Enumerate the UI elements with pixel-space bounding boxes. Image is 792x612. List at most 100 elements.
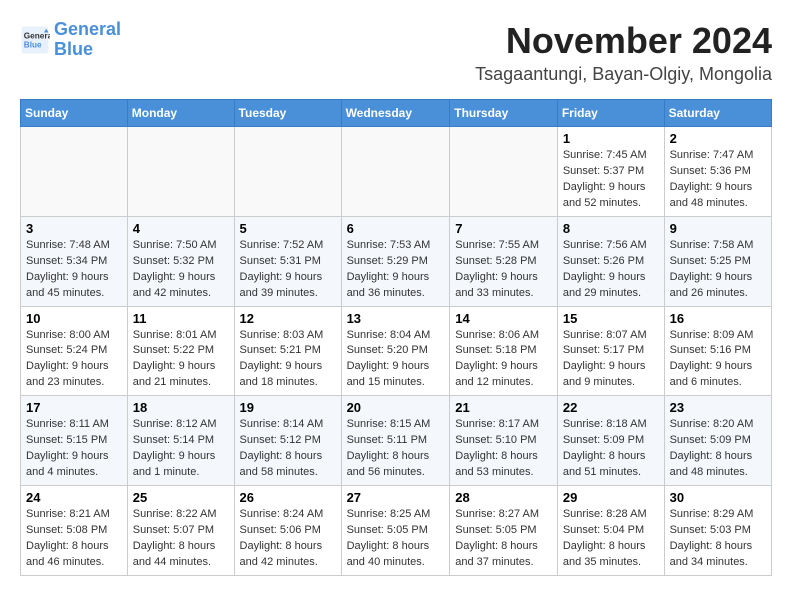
day-info: Sunrise: 8:17 AMSunset: 5:10 PMDaylight:… bbox=[455, 417, 552, 481]
logo-general: General bbox=[54, 19, 121, 39]
day-number: 29 bbox=[563, 490, 659, 505]
calendar-body: 1 Sunrise: 7:45 AMSunset: 5:37 PMDaylight… bbox=[21, 127, 772, 576]
day-number: 18 bbox=[133, 400, 229, 415]
day-info: Sunrise: 8:04 AMSunset: 5:20 PMDaylight:… bbox=[347, 328, 445, 392]
day-number: 27 bbox=[347, 490, 445, 505]
day-cell: 1 Sunrise: 7:45 AMSunset: 5:37 PMDaylight… bbox=[557, 127, 664, 217]
day-info: Sunrise: 7:56 AMSunset: 5:26 PMDaylight:… bbox=[563, 238, 659, 302]
weekday-header-thursday: Thursday bbox=[450, 100, 558, 127]
weekday-header-saturday: Saturday bbox=[664, 100, 771, 127]
day-info: Sunrise: 7:58 AMSunset: 5:25 PMDaylight:… bbox=[670, 238, 766, 302]
day-number: 28 bbox=[455, 490, 552, 505]
logo: General Blue General Blue bbox=[20, 20, 121, 60]
day-number: 19 bbox=[240, 400, 336, 415]
day-number: 5 bbox=[240, 221, 336, 236]
day-number: 13 bbox=[347, 311, 445, 326]
day-number: 26 bbox=[240, 490, 336, 505]
day-cell bbox=[450, 127, 558, 217]
day-cell: 18Sunrise: 8:12 AMSunset: 5:14 PMDayligh… bbox=[127, 396, 234, 486]
day-number: 24 bbox=[26, 490, 122, 505]
day-info: Sunrise: 7:50 AMSunset: 5:32 PMDaylight:… bbox=[133, 238, 229, 302]
week-row-3: 17 Sunrise: 8:11 AMSunset: 5:15 PMDayligh… bbox=[21, 396, 772, 486]
day-cell: 13 Sunrise: 8:04 AMSunset: 5:20 PMDayligh… bbox=[341, 306, 450, 396]
day-cell: 30 Sunrise: 8:29 AMSunset: 5:03 PMDayligh… bbox=[664, 486, 771, 576]
day-number: 17 bbox=[26, 400, 122, 415]
day-info: Sunrise: 8:22 AMSunset: 5:07 PMDaylight:… bbox=[133, 507, 229, 571]
day-info: Sunrise: 7:53 AMSunset: 5:29 PMDaylight:… bbox=[347, 238, 445, 302]
day-info: Sunrise: 7:55 AMSunset: 5:28 PMDaylight:… bbox=[455, 238, 552, 302]
weekday-header-monday: Monday bbox=[127, 100, 234, 127]
day-cell: 10Sunrise: 8:00 AMSunset: 5:24 PMDayligh… bbox=[21, 306, 128, 396]
day-cell: 19 Sunrise: 8:14 AMSunset: 5:12 PMDayligh… bbox=[234, 396, 341, 486]
day-cell: 26 Sunrise: 8:24 AMSunset: 5:06 PMDayligh… bbox=[234, 486, 341, 576]
week-row-1: 3 Sunrise: 7:48 AMSunset: 5:34 PMDaylight… bbox=[21, 216, 772, 306]
weekday-header-wednesday: Wednesday bbox=[341, 100, 450, 127]
day-number: 22 bbox=[563, 400, 659, 415]
day-cell: 8Sunrise: 7:56 AMSunset: 5:26 PMDaylight… bbox=[557, 216, 664, 306]
day-info: Sunrise: 7:45 AMSunset: 5:37 PMDaylight:… bbox=[563, 148, 659, 212]
day-info: Sunrise: 8:01 AMSunset: 5:22 PMDaylight:… bbox=[133, 328, 229, 392]
week-row-2: 10Sunrise: 8:00 AMSunset: 5:24 PMDayligh… bbox=[21, 306, 772, 396]
day-cell: 22 Sunrise: 8:18 AMSunset: 5:09 PMDayligh… bbox=[557, 396, 664, 486]
day-info: Sunrise: 8:14 AMSunset: 5:12 PMDaylight:… bbox=[240, 417, 336, 481]
day-info: Sunrise: 8:27 AMSunset: 5:05 PMDaylight:… bbox=[455, 507, 552, 571]
day-info: Sunrise: 8:28 AMSunset: 5:04 PMDaylight:… bbox=[563, 507, 659, 571]
day-info: Sunrise: 8:24 AMSunset: 5:06 PMDaylight:… bbox=[240, 507, 336, 571]
day-number: 1 bbox=[563, 131, 659, 146]
day-number: 4 bbox=[133, 221, 229, 236]
month-title: November 2024 bbox=[475, 20, 772, 62]
day-cell bbox=[127, 127, 234, 217]
day-cell: 17 Sunrise: 8:11 AMSunset: 5:15 PMDayligh… bbox=[21, 396, 128, 486]
day-cell: 21Sunrise: 8:17 AMSunset: 5:10 PMDayligh… bbox=[450, 396, 558, 486]
day-cell: 29 Sunrise: 8:28 AMSunset: 5:04 PMDayligh… bbox=[557, 486, 664, 576]
weekday-header-friday: Friday bbox=[557, 100, 664, 127]
day-info: Sunrise: 8:15 AMSunset: 5:11 PMDaylight:… bbox=[347, 417, 445, 481]
day-info: Sunrise: 8:20 AMSunset: 5:09 PMDaylight:… bbox=[670, 417, 766, 481]
day-number: 25 bbox=[133, 490, 229, 505]
day-cell bbox=[21, 127, 128, 217]
day-info: Sunrise: 8:21 AMSunset: 5:08 PMDaylight:… bbox=[26, 507, 122, 571]
day-number: 6 bbox=[347, 221, 445, 236]
day-number: 2 bbox=[670, 131, 766, 146]
day-info: Sunrise: 8:06 AMSunset: 5:18 PMDaylight:… bbox=[455, 328, 552, 392]
day-number: 15 bbox=[563, 311, 659, 326]
title-section: November 2024 Tsagaantungi, Bayan-Olgiy,… bbox=[475, 20, 772, 85]
week-row-4: 24 Sunrise: 8:21 AMSunset: 5:08 PMDayligh… bbox=[21, 486, 772, 576]
day-cell: 3 Sunrise: 7:48 AMSunset: 5:34 PMDaylight… bbox=[21, 216, 128, 306]
day-info: Sunrise: 7:48 AMSunset: 5:34 PMDaylight:… bbox=[26, 238, 122, 302]
location-title: Tsagaantungi, Bayan-Olgiy, Mongolia bbox=[475, 64, 772, 85]
day-number: 30 bbox=[670, 490, 766, 505]
day-number: 11 bbox=[133, 311, 229, 326]
day-cell bbox=[234, 127, 341, 217]
svg-text:Blue: Blue bbox=[24, 40, 42, 49]
day-cell: 5 Sunrise: 7:52 AMSunset: 5:31 PMDaylight… bbox=[234, 216, 341, 306]
day-cell: 23 Sunrise: 8:20 AMSunset: 5:09 PMDayligh… bbox=[664, 396, 771, 486]
day-cell: 4 Sunrise: 7:50 AMSunset: 5:32 PMDaylight… bbox=[127, 216, 234, 306]
day-info: Sunrise: 8:29 AMSunset: 5:03 PMDaylight:… bbox=[670, 507, 766, 571]
day-info: Sunrise: 8:07 AMSunset: 5:17 PMDaylight:… bbox=[563, 328, 659, 392]
day-cell: 24 Sunrise: 8:21 AMSunset: 5:08 PMDayligh… bbox=[21, 486, 128, 576]
day-cell: 2 Sunrise: 7:47 AMSunset: 5:36 PMDaylight… bbox=[664, 127, 771, 217]
day-cell: 12 Sunrise: 8:03 AMSunset: 5:21 PMDayligh… bbox=[234, 306, 341, 396]
day-cell: 7 Sunrise: 7:55 AMSunset: 5:28 PMDaylight… bbox=[450, 216, 558, 306]
calendar-table: SundayMondayTuesdayWednesdayThursdayFrid… bbox=[20, 99, 772, 576]
day-number: 9 bbox=[670, 221, 766, 236]
day-number: 23 bbox=[670, 400, 766, 415]
day-number: 10 bbox=[26, 311, 122, 326]
logo-blue: Blue bbox=[54, 39, 93, 59]
day-cell: 15 Sunrise: 8:07 AMSunset: 5:17 PMDayligh… bbox=[557, 306, 664, 396]
week-row-0: 1 Sunrise: 7:45 AMSunset: 5:37 PMDaylight… bbox=[21, 127, 772, 217]
day-info: Sunrise: 7:52 AMSunset: 5:31 PMDaylight:… bbox=[240, 238, 336, 302]
day-number: 12 bbox=[240, 311, 336, 326]
day-cell bbox=[341, 127, 450, 217]
day-info: Sunrise: 8:11 AMSunset: 5:15 PMDaylight:… bbox=[26, 417, 122, 481]
day-cell: 9 Sunrise: 7:58 AMSunset: 5:25 PMDaylight… bbox=[664, 216, 771, 306]
day-cell: 11 Sunrise: 8:01 AMSunset: 5:22 PMDayligh… bbox=[127, 306, 234, 396]
day-info: Sunrise: 8:03 AMSunset: 5:21 PMDaylight:… bbox=[240, 328, 336, 392]
day-info: Sunrise: 7:47 AMSunset: 5:36 PMDaylight:… bbox=[670, 148, 766, 212]
day-number: 3 bbox=[26, 221, 122, 236]
day-number: 7 bbox=[455, 221, 552, 236]
day-info: Sunrise: 8:09 AMSunset: 5:16 PMDaylight:… bbox=[670, 328, 766, 392]
day-info: Sunrise: 8:18 AMSunset: 5:09 PMDaylight:… bbox=[563, 417, 659, 481]
weekday-header-sunday: Sunday bbox=[21, 100, 128, 127]
